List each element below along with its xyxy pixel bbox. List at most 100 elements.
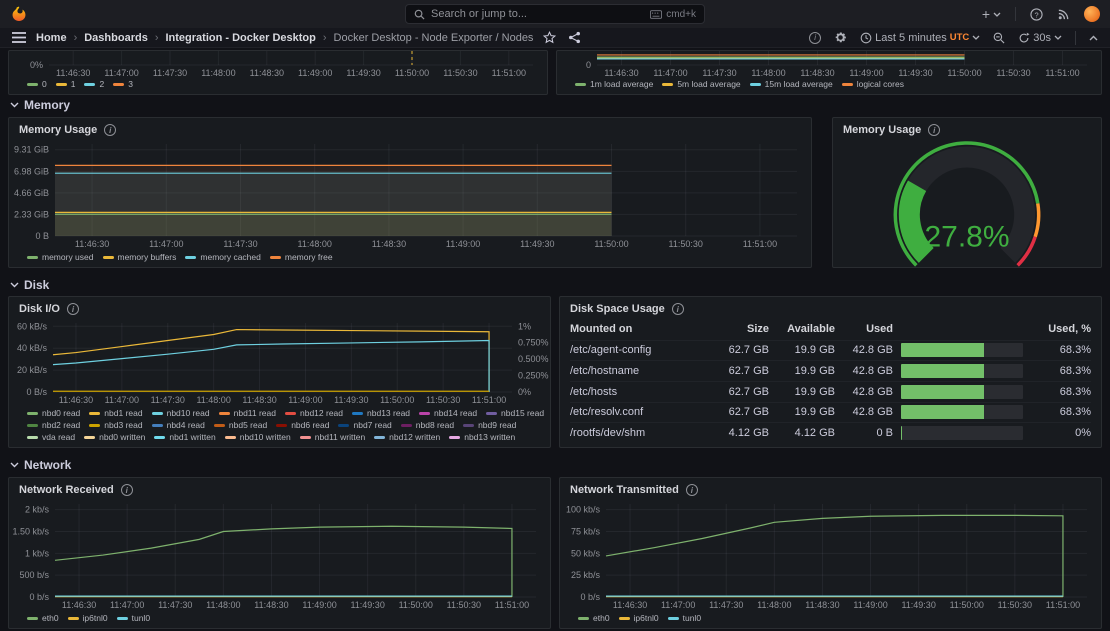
favorite-star-icon[interactable]	[543, 31, 556, 44]
breadcrumb-item[interactable]: Home	[36, 32, 67, 44]
svg-text:40 kB/s: 40 kB/s	[17, 343, 48, 353]
legend-item[interactable]: 2	[84, 79, 104, 89]
legend-item[interactable]: nbd12 read	[285, 408, 343, 418]
info-icon[interactable]: i	[928, 124, 940, 136]
legend-item[interactable]: memory buffers	[103, 252, 177, 262]
share-icon[interactable]	[568, 31, 581, 44]
legend-item[interactable]: logical cores	[842, 79, 904, 89]
legend-item[interactable]: nbd4 read	[152, 420, 205, 430]
legend-item[interactable]: nbd1 written	[154, 432, 215, 442]
panel-header[interactable]: Disk I/O i	[9, 297, 550, 317]
settings-gear-icon[interactable]	[834, 31, 847, 44]
legend-item[interactable]: ip6tnl0	[68, 613, 108, 623]
col-available[interactable]: Available	[769, 323, 835, 335]
svg-text:11:46:30: 11:46:30	[56, 68, 90, 78]
dashboard-insights-icon[interactable]: i	[809, 32, 821, 44]
news-icon[interactable]	[1057, 8, 1070, 21]
legend-item[interactable]: nbd2 read	[27, 420, 80, 430]
legend-item[interactable]: tunl0	[117, 613, 150, 623]
legend-item[interactable]: nbd7 read	[338, 420, 391, 430]
panel-header[interactable]: Network Received i	[9, 478, 550, 498]
legend-item[interactable]: 3	[113, 79, 133, 89]
legend-item[interactable]: nbd10 written	[225, 432, 291, 442]
legend-item[interactable]: memory free	[270, 252, 333, 262]
section-network[interactable]: Network	[10, 458, 71, 472]
search-input[interactable]: Search or jump to... cmd+k	[405, 4, 705, 24]
svg-text:11:48:00: 11:48:00	[757, 600, 791, 610]
legend-item[interactable]: nbd15 read	[486, 408, 544, 418]
section-memory[interactable]: Memory	[10, 98, 70, 112]
info-icon[interactable]: i	[67, 303, 79, 315]
cell-used: 0 B	[835, 427, 893, 439]
legend-item[interactable]: nbd8 read	[401, 420, 454, 430]
panel-disk-io: Disk I/O i 11:46:3011:47:0011:47:3011:48…	[8, 296, 551, 448]
legend-swatch	[117, 617, 128, 620]
chevron-up-icon[interactable]	[1089, 35, 1098, 41]
svg-text:11:49:00: 11:49:00	[853, 600, 887, 610]
legend-item[interactable]: nbd9 read	[463, 420, 516, 430]
info-icon[interactable]: i	[104, 124, 116, 136]
panel-header[interactable]: Memory Usage i	[833, 118, 1101, 138]
zoom-out-icon[interactable]	[993, 32, 1005, 44]
legend-item[interactable]: memory used	[27, 252, 94, 262]
breadcrumb-item[interactable]: Docker Desktop - Node Exporter / Nodes	[334, 32, 534, 44]
user-avatar[interactable]	[1084, 6, 1100, 22]
legend-item[interactable]: ip6tnl0	[619, 613, 659, 623]
section-disk[interactable]: Disk	[10, 278, 49, 292]
legend-item[interactable]: nbd14 read	[419, 408, 477, 418]
panel-header[interactable]: Network Transmitted i	[560, 478, 1101, 498]
time-series-plot[interactable]: 11:46:3011:47:0011:47:3011:48:0011:48:30…	[9, 51, 547, 79]
grafana-logo-icon[interactable]	[10, 5, 28, 23]
cell-used: 42.8 GB	[835, 406, 893, 418]
time-series-plot[interactable]: 11:46:3011:47:0011:47:3011:48:0011:48:30…	[9, 498, 550, 613]
new-button[interactable]: +	[982, 6, 1001, 22]
help-icon[interactable]: ?	[1030, 8, 1043, 21]
col-used-pct[interactable]: Used, %	[1031, 323, 1091, 335]
legend-item[interactable]: vda read	[27, 432, 75, 442]
legend-item[interactable]: nbd13 read	[352, 408, 410, 418]
legend-swatch	[84, 83, 95, 86]
legend-item[interactable]: eth0	[578, 613, 610, 623]
time-series-plot[interactable]: 11:46:3011:47:0011:47:3011:48:0011:48:30…	[557, 51, 1101, 79]
col-used[interactable]: Used	[835, 323, 893, 335]
legend-item[interactable]: nbd12 written	[374, 432, 440, 442]
legend-item[interactable]: 0	[27, 79, 47, 89]
legend-item[interactable]: nbd1 read	[89, 408, 142, 418]
breadcrumb-item[interactable]: Dashboards	[84, 32, 148, 44]
legend-item[interactable]: 5m load average	[662, 79, 740, 89]
legend-item[interactable]: nbd6 read	[276, 420, 329, 430]
legend-item[interactable]: nbd0 read	[27, 408, 80, 418]
legend-item[interactable]: memory cached	[185, 252, 260, 262]
legend-item[interactable]: nbd11 written	[300, 432, 365, 442]
time-series-plot[interactable]: 11:46:3011:47:0011:47:3011:48:0011:48:30…	[9, 138, 811, 252]
time-series-plot[interactable]: 11:46:3011:47:0011:47:3011:48:0011:48:30…	[560, 498, 1101, 613]
legend-swatch	[619, 617, 630, 620]
refresh-picker[interactable]: 30s	[1018, 32, 1062, 44]
legend-item[interactable]: nbd5 read	[214, 420, 267, 430]
legend-item[interactable]: nbd11 read	[219, 408, 276, 418]
legend-item[interactable]: nbd0 written	[84, 432, 145, 442]
info-icon[interactable]: i	[121, 484, 133, 496]
col-size[interactable]: Size	[707, 323, 769, 335]
panel-memory-usage-graph: Memory Usage i 11:46:3011:47:0011:47:301…	[8, 117, 812, 268]
info-icon[interactable]: i	[672, 303, 684, 315]
legend-swatch	[84, 436, 95, 439]
legend-item[interactable]: tunl0	[668, 613, 701, 623]
col-mounted-on[interactable]: Mounted on	[570, 323, 707, 335]
svg-text:500 b/s: 500 b/s	[19, 570, 49, 580]
legend-item[interactable]: 1	[56, 79, 76, 89]
legend-item[interactable]: 1m load average	[575, 79, 653, 89]
panel-header[interactable]: Disk Space Usage i	[560, 297, 1101, 317]
time-range-picker[interactable]: Last 5 minutes UTC	[860, 32, 980, 44]
legend-item[interactable]: nbd13 written	[449, 432, 515, 442]
breadcrumb-item[interactable]: Integration - Docker Desktop	[165, 32, 315, 44]
legend-item[interactable]: 15m load average	[750, 79, 833, 89]
legend-item[interactable]: nbd10 read	[152, 408, 210, 418]
legend-swatch	[668, 617, 679, 620]
panel-header[interactable]: Memory Usage i	[9, 118, 811, 138]
legend-item[interactable]: nbd3 read	[89, 420, 142, 430]
menu-icon[interactable]	[12, 32, 26, 43]
info-icon[interactable]: i	[686, 484, 698, 496]
legend-item[interactable]: eth0	[27, 613, 59, 623]
time-series-plot[interactable]: 11:46:3011:47:0011:47:3011:48:0011:48:30…	[9, 317, 550, 408]
